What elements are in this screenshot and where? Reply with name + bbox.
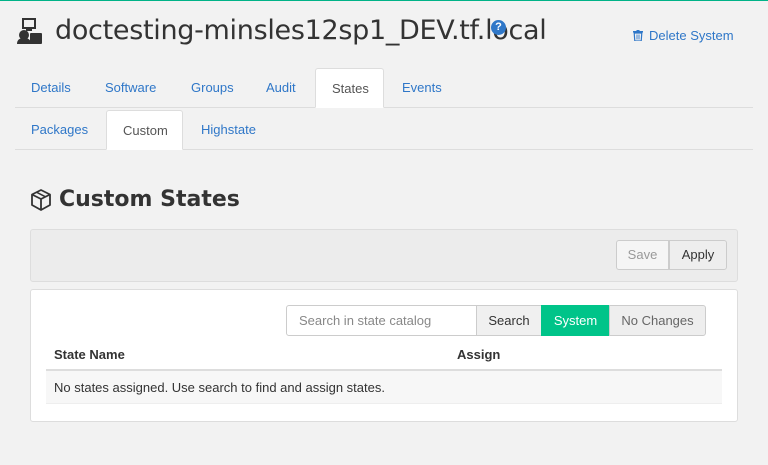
table-header: State Name Assign: [46, 339, 722, 371]
empty-message: No states assigned. Use search to find a…: [46, 371, 722, 404]
system-icon: [17, 18, 42, 44]
trash-icon: [633, 30, 643, 41]
states-table: State Name Assign No states assigned. Us…: [46, 339, 722, 404]
page-title: doctesting-minsles12sp1_DEV.tf.local: [55, 15, 547, 46]
system-filter-button[interactable]: System: [541, 305, 610, 336]
cube-icon: [31, 189, 51, 211]
delete-system-link[interactable]: Delete System: [633, 28, 734, 43]
tab-audit[interactable]: Audit: [250, 68, 312, 108]
tab-custom[interactable]: Custom: [106, 110, 183, 150]
sub-tabs: Packages Custom Highstate: [15, 110, 753, 150]
tab-groups[interactable]: Groups: [175, 68, 250, 108]
tab-events[interactable]: Events: [386, 68, 458, 108]
tab-software[interactable]: Software: [89, 68, 172, 108]
tab-packages[interactable]: Packages: [15, 110, 104, 150]
main-tabs: Details Software Groups Audit States Eve…: [15, 68, 753, 108]
tab-states[interactable]: States: [315, 68, 384, 108]
search-button[interactable]: Search: [476, 305, 542, 336]
save-button[interactable]: Save: [616, 240, 669, 270]
delete-system-label: Delete System: [649, 28, 734, 43]
apply-button[interactable]: Apply: [669, 240, 727, 270]
column-header-assign: Assign: [457, 347, 501, 362]
no-changes-filter-button[interactable]: No Changes: [609, 305, 706, 336]
section-title: Custom States: [59, 187, 240, 212]
column-header-state-name: State Name: [54, 347, 125, 362]
tab-highstate[interactable]: Highstate: [185, 110, 272, 150]
tab-details[interactable]: Details: [15, 68, 87, 108]
help-icon[interactable]: ?: [491, 20, 506, 35]
search-input[interactable]: [286, 305, 477, 336]
